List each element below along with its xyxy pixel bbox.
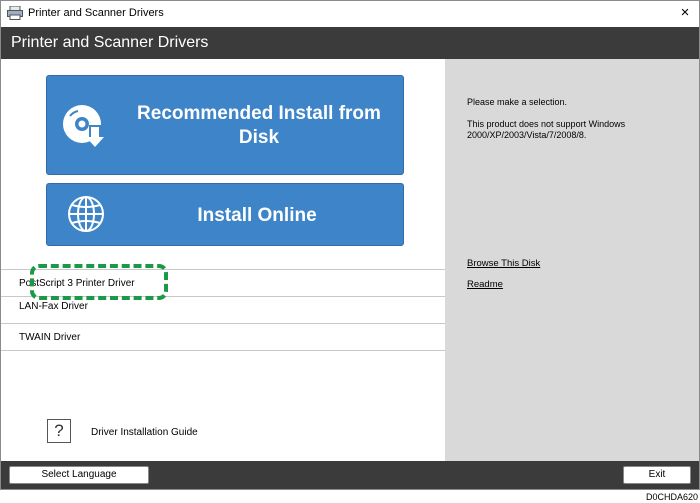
figure-code: D0CHDA620 (645, 492, 698, 502)
driver-item-lan-fax[interactable]: LAN-Fax Driver (1, 296, 445, 323)
help-icon[interactable]: ? (47, 419, 71, 443)
install-online-button[interactable]: Install Online (46, 183, 404, 246)
driver-item-twain[interactable]: TWAIN Driver (1, 323, 445, 351)
browse-disk-link[interactable]: Browse This Disk (467, 258, 540, 269)
footer-bar: Select Language Exit (1, 461, 699, 489)
support-notice: This product does not support Windows 20… (467, 119, 626, 140)
driver-item-label: PostScript 3 Printer Driver (19, 278, 135, 289)
select-language-button[interactable]: Select Language (9, 466, 149, 484)
page-title: Printer and Scanner Drivers (11, 34, 209, 51)
globe-icon (68, 196, 104, 232)
selection-prompt: Please make a selection. (467, 97, 568, 107)
recommended-install-button[interactable]: Recommended Install from Disk (46, 75, 404, 175)
info-panel: Please make a selection. This product do… (445, 59, 699, 461)
recommended-install-label: Recommended Install from Disk (137, 103, 381, 148)
driver-installation-guide-link[interactable]: Driver Installation Guide (91, 427, 198, 438)
driver-item-label: TWAIN Driver (19, 332, 81, 343)
readme-link[interactable]: Readme (467, 279, 503, 290)
disc-download-icon (63, 105, 104, 147)
printer-app-icon (7, 6, 23, 20)
exit-button[interactable]: Exit (623, 466, 691, 484)
driver-item-postscript[interactable]: PostScript 3 Printer Driver (1, 269, 445, 296)
window-title: Printer and Scanner Drivers (28, 7, 164, 19)
close-icon[interactable]: × (675, 4, 695, 21)
install-online-label: Install Online (197, 205, 317, 226)
app-header: Printer and Scanner Drivers (1, 27, 699, 59)
title-bar: Printer and Scanner Drivers × (1, 1, 699, 26)
driver-selection-panel: Recommended Install from Disk Install On… (1, 59, 445, 461)
installer-window: Printer and Scanner Drivers × Printer an… (0, 0, 700, 490)
driver-item-label: LAN-Fax Driver (19, 301, 88, 312)
